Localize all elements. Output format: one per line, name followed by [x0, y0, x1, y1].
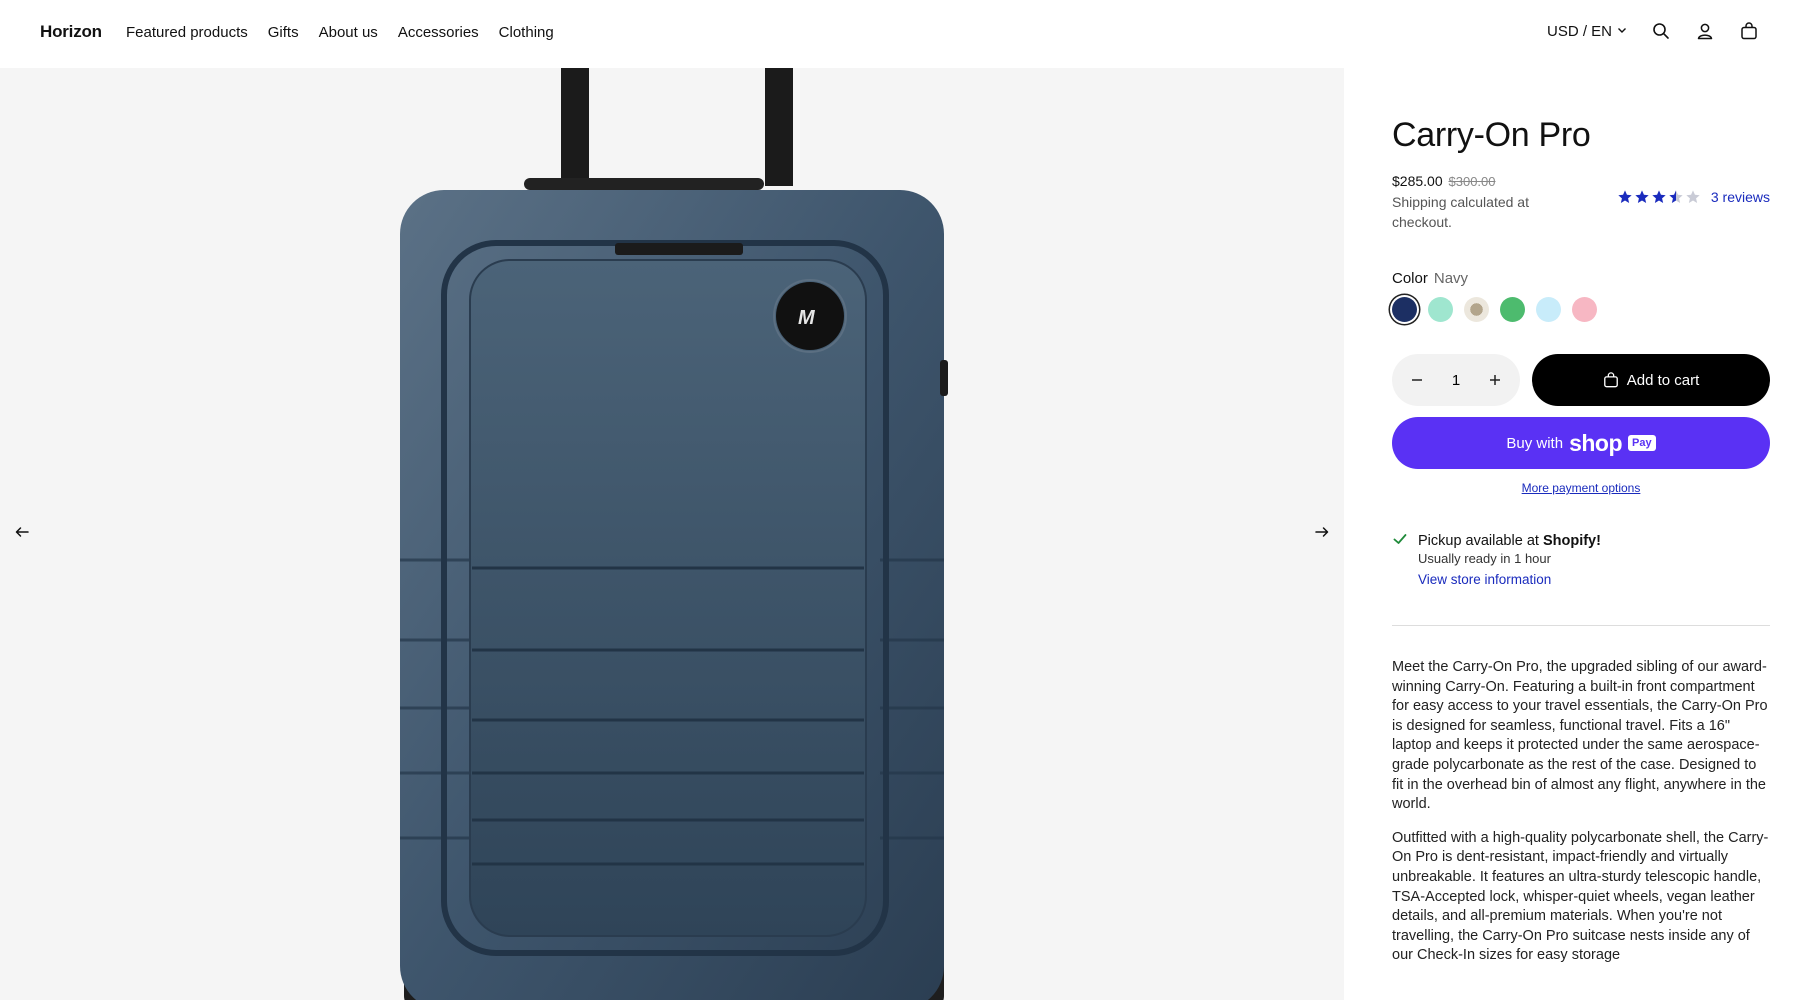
price-row: $285.00 $300.00 Shipping calculated at c…	[1392, 171, 1770, 232]
check-icon	[1392, 531, 1408, 587]
divider	[1392, 625, 1770, 626]
sale-price: $285.00	[1392, 173, 1443, 189]
product-info: Carry-On Pro $285.00 $300.00 Shipping ca…	[1392, 68, 1770, 966]
swatch-navy[interactable]	[1392, 297, 1417, 322]
site-logo[interactable]: Horizon	[40, 22, 102, 42]
star-rating	[1617, 189, 1701, 205]
main-nav: Featured products Gifts About us Accesso…	[126, 24, 554, 41]
description-paragraph: Meet the Carry-On Pro, the upgraded sibl…	[1392, 659, 1768, 813]
plus-icon[interactable]	[1482, 367, 1508, 393]
gallery-prev-arrow-icon[interactable]	[10, 520, 34, 544]
pickup-ready: Usually ready in 1 hour	[1418, 551, 1551, 566]
reviews-link[interactable]: 3 reviews	[1711, 189, 1770, 205]
chevron-down-icon	[1616, 23, 1628, 40]
rating: 3 reviews	[1617, 189, 1770, 205]
swatch-sky[interactable]	[1536, 297, 1561, 322]
swatch-mint[interactable]	[1428, 297, 1453, 322]
add-to-cart-button[interactable]: Add to cart	[1532, 354, 1770, 406]
swatch-sand[interactable]	[1464, 297, 1489, 322]
quantity-stepper	[1392, 354, 1520, 406]
swatch-green[interactable]	[1500, 297, 1525, 322]
star-full-icon	[1652, 190, 1666, 203]
star-full-icon	[1618, 190, 1632, 203]
pickup-text: Pickup available at Shopify!	[1418, 531, 1601, 551]
nav-gifts[interactable]: Gifts	[268, 24, 299, 41]
swatch-pink[interactable]	[1572, 297, 1597, 322]
nav-featured-products[interactable]: Featured products	[126, 24, 248, 41]
shop-pay-prefix: Buy with	[1506, 434, 1564, 452]
color-swatches	[1392, 297, 1770, 322]
pickup-store: Shopify!	[1542, 533, 1601, 549]
color-value: Navy	[1433, 270, 1469, 287]
shop-pay-logo: shop	[1569, 429, 1623, 456]
account-icon[interactable]	[1694, 20, 1716, 42]
shop-pay-button[interactable]: Buy with shop Pay	[1392, 417, 1770, 469]
description-paragraph: Outfitted with a high-quality polycarbon…	[1392, 829, 1769, 964]
nav-clothing[interactable]: Clothing	[499, 24, 554, 41]
nav-accessories[interactable]: Accessories	[398, 24, 479, 41]
site-header: Horizon Featured products Gifts About us…	[0, 0, 1800, 68]
product-description: Meet the Carry-On Pro, the upgraded sibl…	[1392, 658, 1770, 966]
star-half-icon	[1669, 190, 1683, 203]
shop-pay-badge: Pay	[1628, 435, 1656, 451]
price-block: $285.00 $300.00 Shipping calculated at c…	[1392, 171, 1567, 232]
cart-icon[interactable]	[1738, 20, 1760, 42]
color-label: Color	[1392, 270, 1428, 287]
compare-price: $300.00	[1448, 174, 1496, 189]
nav-about-us[interactable]: About us	[319, 24, 378, 41]
bag-plus-icon	[1603, 372, 1618, 388]
locale-label: USD / EN	[1546, 22, 1612, 40]
quantity-input[interactable]	[1436, 371, 1476, 389]
gallery-next-arrow-icon[interactable]	[1310, 520, 1334, 544]
buy-row: Add to cart	[1392, 354, 1770, 406]
suitcase-image: M	[400, 68, 948, 1000]
locale-selector[interactable]: USD / EN	[1547, 23, 1628, 40]
minus-icon[interactable]	[1404, 367, 1430, 393]
add-to-cart-label: Add to cart	[1626, 371, 1700, 389]
shipping-note: Shipping calculated at checkout.	[1392, 194, 1529, 230]
star-empty-icon	[1686, 190, 1700, 203]
view-store-info-link[interactable]: View store information	[1418, 572, 1601, 587]
more-payment-options-link[interactable]: More payment options	[1392, 481, 1770, 495]
pickup-prefix: Pickup available at	[1418, 533, 1539, 549]
product-gallery: M	[0, 68, 1344, 1000]
star-full-icon	[1635, 190, 1649, 203]
color-label-row: Color Navy	[1392, 270, 1770, 287]
header-actions: USD / EN	[1547, 20, 1760, 42]
search-icon[interactable]	[1650, 20, 1672, 42]
pickup-availability: Pickup available at Shopify! Usually rea…	[1392, 531, 1770, 587]
product-title: Carry-On Pro	[1392, 116, 1591, 154]
svg-text:M: M	[798, 307, 816, 329]
